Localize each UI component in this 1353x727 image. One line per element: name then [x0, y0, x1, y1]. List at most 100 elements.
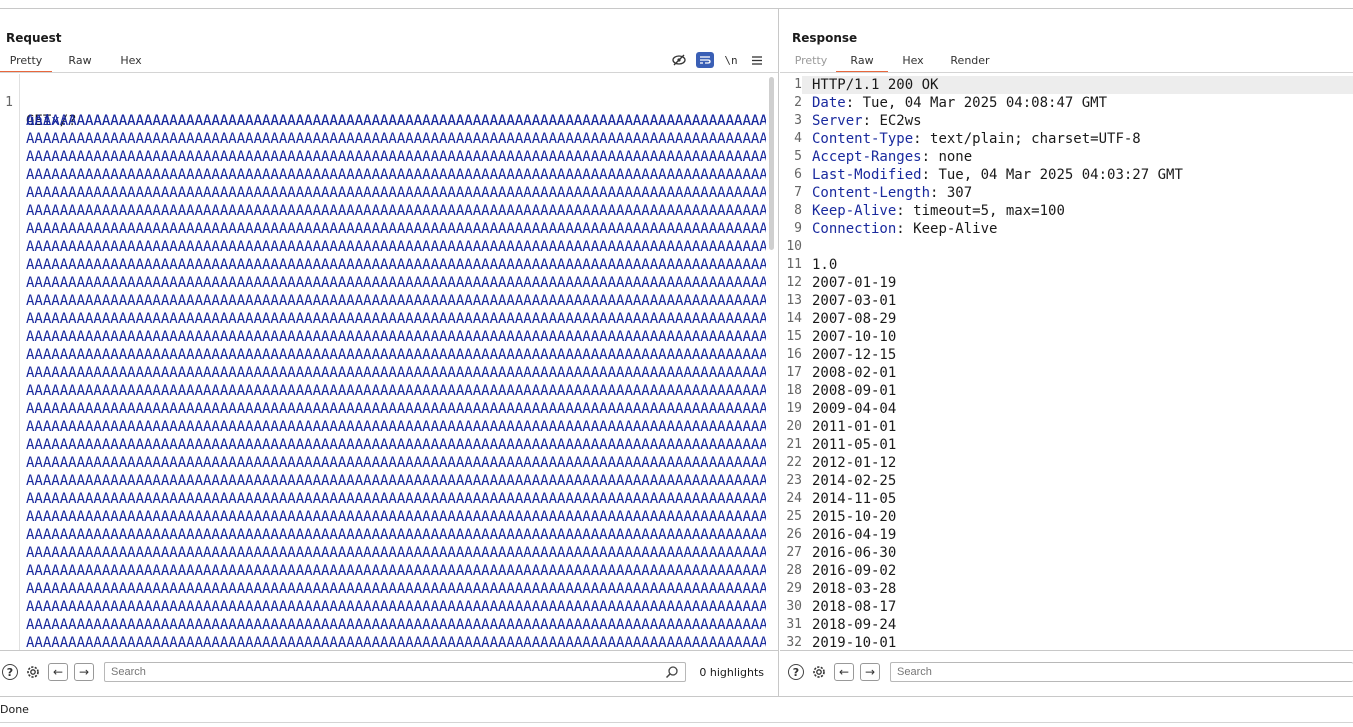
search-icon[interactable]	[665, 665, 679, 679]
line-number: 9	[794, 221, 802, 236]
response-line-text: Accept-Ranges: none	[812, 149, 973, 165]
body-text: 2007-12-15	[812, 347, 897, 363]
next-arrow-icon[interactable]: →	[860, 663, 880, 681]
response-line-text: 2008-02-01	[812, 364, 896, 382]
status-bar: Done	[0, 696, 1353, 727]
line-number: 4	[794, 131, 802, 146]
next-arrow-icon[interactable]: →	[74, 663, 94, 681]
response-line-text: Server: EC2ws	[812, 113, 922, 129]
a-run: AAAAAAAAAAAAAAAAAAAAAAAAAAAAAAAAAAAAAAAA…	[26, 599, 766, 615]
a-run: AAAAAAAAAAAAAAAAAAAAAAAAAAAAAAAAAAAAAAAA…	[26, 329, 766, 345]
previous-arrow-icon[interactable]: ←	[48, 663, 68, 681]
line-number: 32	[786, 635, 802, 650]
line-number: 15	[786, 329, 802, 344]
response-line-text: 2008-09-01	[812, 382, 896, 400]
response-tab-render[interactable]: Render	[938, 51, 1002, 73]
line-number: 24	[786, 491, 802, 506]
hide-nonprintable-icon[interactable]	[670, 52, 688, 68]
response-line-text: 2015-10-20	[812, 508, 896, 526]
header-name: Last-Modified	[812, 167, 922, 183]
help-icon[interactable]: ?	[788, 664, 804, 680]
line-number: 23	[786, 473, 802, 488]
response-line-text: 2016-06-30	[812, 544, 896, 562]
response-tab-pretty[interactable]: Pretty	[786, 51, 836, 73]
header-name: Date	[812, 95, 846, 111]
body-text: HTTP/1.1 200 OK	[812, 77, 939, 93]
response-line-text: 2019-10-01	[812, 634, 896, 650]
line-number: 14	[786, 311, 802, 326]
line-number: 22	[786, 455, 802, 470]
line-number: 29	[786, 581, 802, 596]
gear-icon[interactable]	[24, 663, 42, 681]
response-tab-hex[interactable]: Hex	[888, 51, 938, 73]
a-run: AAAAAAAAAAAAAAAAAAAAAAAAAAAAAAAAAAAAAAAA…	[26, 275, 766, 291]
a-run: AAAAAAAAAAAAAAAAAAAAAAAAAAAAAAAAAAAAAAAA…	[26, 365, 766, 381]
a-run: AAAAAAAAAAAAAAAAAAAAAAAAAAAAAAAAAAAAAAAA…	[26, 491, 766, 507]
request-tab-raw[interactable]: Raw	[52, 51, 108, 73]
response-line-text: 2014-02-25	[812, 472, 896, 490]
a-run: AAAAAAAAAAAAAAAAAAAAAAAAAAAAAAAAAAAAAAAA…	[26, 545, 766, 561]
response-line-text: 2012-01-12	[812, 454, 896, 472]
response-pane: Response Pretty Raw Hex Render 1 HTTP/1.1…	[780, 9, 1353, 696]
line-number: 18	[786, 383, 802, 398]
a-run: AAAAAAAAAAAAAAAAAAAAAAAAAAAAAAAAAAAAAAAA…	[26, 293, 766, 309]
a-run: AAAAAAAAAAAAAAAAAAAAAAAAAAAAAAAAAAAAAAAA…	[26, 455, 766, 471]
request-editor-tools: \n	[670, 51, 766, 69]
request-tab-pretty[interactable]: Pretty	[0, 51, 52, 73]
top-toolbar	[0, 0, 1353, 9]
header-name: Content-Length	[812, 185, 931, 201]
line-number: 12	[786, 275, 802, 290]
gear-icon[interactable]	[810, 663, 828, 681]
wrap-lines-icon[interactable]	[696, 52, 714, 68]
newline-icon[interactable]: \n	[722, 52, 740, 68]
body-text: 2007-01-19	[812, 275, 897, 291]
status-divider	[0, 722, 1353, 723]
body-text: 1.0	[812, 257, 838, 273]
response-line-text: Content-Length: 307	[812, 185, 973, 201]
body-text: 2014-11-05	[812, 491, 897, 507]
line-number: 21	[786, 437, 802, 452]
request-gutter	[0, 74, 20, 650]
a-run: AAAAAAAAAAAAAAAAAAAAAAAAAAAAAAAAAAAAAAAA…	[26, 257, 766, 273]
response-line-text: HTTP/1.1 200 OK	[812, 76, 938, 94]
previous-arrow-icon[interactable]: ←	[834, 663, 854, 681]
menu-icon[interactable]	[748, 52, 766, 68]
body-text: 2011-05-01	[812, 437, 897, 453]
request-tab-hex[interactable]: Hex	[108, 51, 154, 73]
request-tabs-divider	[0, 72, 778, 73]
a-run: AAAAAAAAAAAAAAAAAAAAAAAAAAAAAAAAAAAAAAAA…	[26, 347, 766, 363]
body-text: 2018-09-24	[812, 617, 897, 633]
request-scrollbar[interactable]	[769, 77, 774, 250]
body-text: 2018-08-17	[812, 599, 897, 615]
help-icon[interactable]: ?	[2, 664, 18, 680]
header-value: none	[930, 149, 973, 165]
body-text: 2008-02-01	[812, 365, 897, 381]
request-editor[interactable]: 1 GET /? unix:AAAAAAAAAAAAAAAAAAAAAAAAAA…	[0, 74, 778, 650]
response-line-text: 2018-09-24	[812, 616, 896, 634]
response-line-text: 2007-03-01	[812, 292, 896, 310]
body-text: 2016-09-02	[812, 563, 897, 579]
line-number: 19	[786, 401, 802, 416]
highlights-count: 0 highlights	[699, 666, 764, 679]
request-line: unix:AAAAAAAAAAAAAAAAAAAAAAAAAAAAAAAAAAA…	[0, 94, 766, 129]
a-run: AAAAAAAAAAAAAAAAAAAAAAAAAAAAAAAAAAAAAAAA…	[26, 581, 766, 597]
response-line-text: 2018-03-28	[812, 580, 896, 598]
line-number: 26	[786, 527, 802, 542]
a-run: AAAAAAAAAAAAAAAAAAAAAAAAAAAAAAAAAAAAAAAA…	[26, 311, 766, 327]
response-line-text: 2018-08-17	[812, 598, 896, 616]
body-text: 2007-08-29	[812, 311, 897, 327]
a-run: AAAAAAAAAAAAAAAAAAAAAAAAAAAAAAAAAAAAAAAA…	[26, 401, 766, 417]
body-text: 2016-04-19	[812, 527, 897, 543]
request-search-input[interactable]: Search	[104, 662, 686, 682]
body-text: 2018-03-28	[812, 581, 897, 597]
response-editor[interactable]: 1 HTTP/1.1 200 OK 2 Date: Tue, 04 Mar 2025 …	[780, 74, 1353, 650]
response-tab-raw[interactable]: Raw	[836, 51, 888, 73]
request-tabs: Pretty Raw Hex	[0, 51, 154, 73]
body-text: 2009-04-04	[812, 401, 897, 417]
response-search-input[interactable]: Search	[890, 662, 1353, 682]
header-value: Tue, 04 Mar 2025 04:08:47 GMT	[854, 95, 1108, 111]
request-search-bar: ? ← → Search 0 highlights	[0, 650, 778, 696]
line-number: 20	[786, 419, 802, 434]
response-line-text: 2016-04-19	[812, 526, 896, 544]
a-run: AAAAAAAAAAAAAAAAAAAAAAAAAAAAAAAAAAAAAAAA…	[26, 383, 766, 399]
